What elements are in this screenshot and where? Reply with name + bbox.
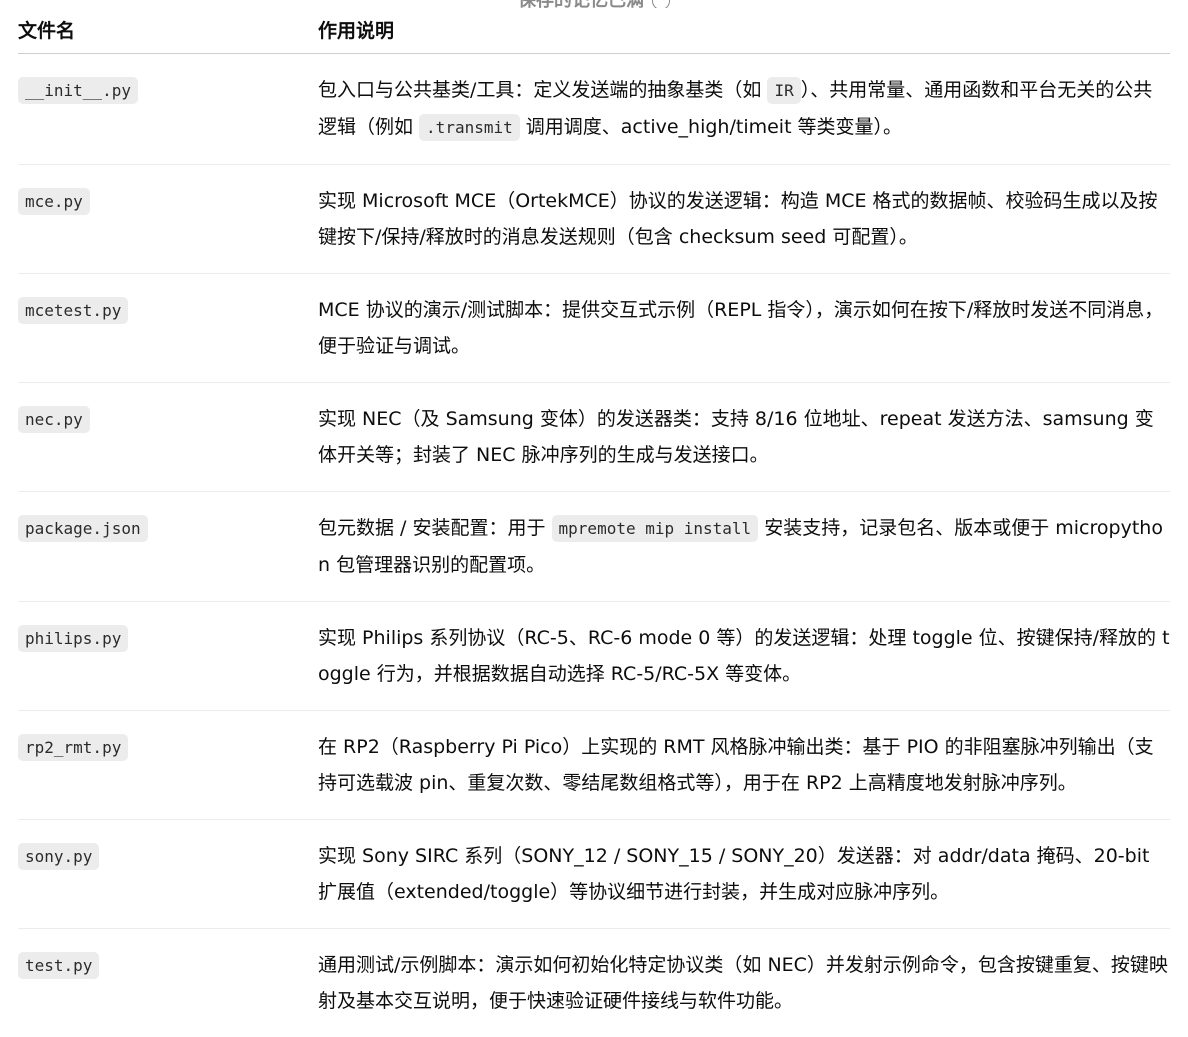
filename-cell: mce.py — [18, 165, 318, 274]
description-cell: MCE 协议的演示/测试脚本：提供交互式示例（REPL 指令），演示如何在按下/… — [318, 274, 1170, 383]
filename-code: package.json — [18, 515, 148, 542]
description-cell: 包元数据 / 安装配置：用于 mpremote mip install 安装支持… — [318, 492, 1170, 602]
description-text: 调用调度、active_high/timeit 等类变量）。 — [520, 116, 902, 138]
description-cell: 在 RP2（Raspberry Pi Pico）上实现的 RMT 风格脉冲输出类… — [318, 711, 1170, 820]
description-cell: 实现 Sony SIRC 系列（SONY_12 / SONY_15 / SONY… — [318, 820, 1170, 929]
filename-cell: package.json — [18, 492, 318, 602]
description-cell: 通用测试/示例脚本：演示如何初始化特定协议类（如 NEC）并发射示例命令，包含按… — [318, 929, 1170, 1037]
filename-code: philips.py — [18, 625, 128, 652]
filename-code: nec.py — [18, 406, 90, 433]
file-description-table: 文件名 作用说明 __init__.py 包入口与公共基类/工具：定义发送端的抽… — [18, 0, 1170, 1037]
description-text: 包入口与公共基类/工具：定义发送端的抽象基类（如 — [318, 79, 767, 101]
filename-code: mce.py — [18, 188, 90, 215]
table-row: nec.py 实现 NEC（及 Samsung 变体）的发送器类：支持 8/16… — [18, 383, 1170, 492]
table-body: __init__.py 包入口与公共基类/工具：定义发送端的抽象基类（如 IR）… — [18, 54, 1170, 1037]
filename-cell: philips.py — [18, 602, 318, 711]
description-cell: 实现 Microsoft MCE（OrtekMCE）协议的发送逻辑：构造 MCE… — [318, 165, 1170, 274]
filename-cell: sony.py — [18, 820, 318, 929]
filename-cell: rp2_rmt.py — [18, 711, 318, 820]
filename-code: mcetest.py — [18, 297, 128, 324]
table-row: philips.py 实现 Philips 系列协议（RC-5、RC-6 mod… — [18, 602, 1170, 711]
table-header: 文件名 作用说明 — [18, 0, 1170, 54]
filename-code: rp2_rmt.py — [18, 734, 128, 761]
description-text: 包元数据 / 安装配置：用于 — [318, 517, 552, 539]
filename-code: __init__.py — [18, 77, 138, 104]
inline-code: IR — [767, 77, 800, 104]
table-row: mce.py 实现 Microsoft MCE（OrtekMCE）协议的发送逻辑… — [18, 165, 1170, 274]
filename-code: sony.py — [18, 843, 99, 870]
description-cell: 实现 NEC（及 Samsung 变体）的发送器类：支持 8/16 位地址、re… — [318, 383, 1170, 492]
description-cell: 包入口与公共基类/工具：定义发送端的抽象基类（如 IR）、共用常量、通用函数和平… — [318, 54, 1170, 165]
description-cell: 实现 Philips 系列协议（RC-5、RC-6 mode 0 等）的发送逻辑… — [318, 602, 1170, 711]
inline-code: mpremote mip install — [552, 515, 759, 542]
filename-code: test.py — [18, 952, 99, 979]
filename-cell: test.py — [18, 929, 318, 1037]
table-row: test.py 通用测试/示例脚本：演示如何初始化特定协议类（如 NEC）并发射… — [18, 929, 1170, 1037]
table-row: __init__.py 包入口与公共基类/工具：定义发送端的抽象基类（如 IR）… — [18, 54, 1170, 165]
column-header-filename: 文件名 — [18, 0, 318, 54]
table-header-row: 文件名 作用说明 — [18, 0, 1170, 54]
table-row: sony.py 实现 Sony SIRC 系列（SONY_12 / SONY_1… — [18, 820, 1170, 929]
column-header-description: 作用说明 — [318, 0, 1170, 54]
table-row: mcetest.py MCE 协议的演示/测试脚本：提供交互式示例（REPL 指… — [18, 274, 1170, 383]
table-row: package.json 包元数据 / 安装配置：用于 mpremote mip… — [18, 492, 1170, 602]
filename-cell: __init__.py — [18, 54, 318, 165]
table-row: rp2_rmt.py 在 RP2（Raspberry Pi Pico）上实现的 … — [18, 711, 1170, 820]
filename-cell: nec.py — [18, 383, 318, 492]
filename-cell: mcetest.py — [18, 274, 318, 383]
inline-code: .transmit — [419, 114, 520, 141]
